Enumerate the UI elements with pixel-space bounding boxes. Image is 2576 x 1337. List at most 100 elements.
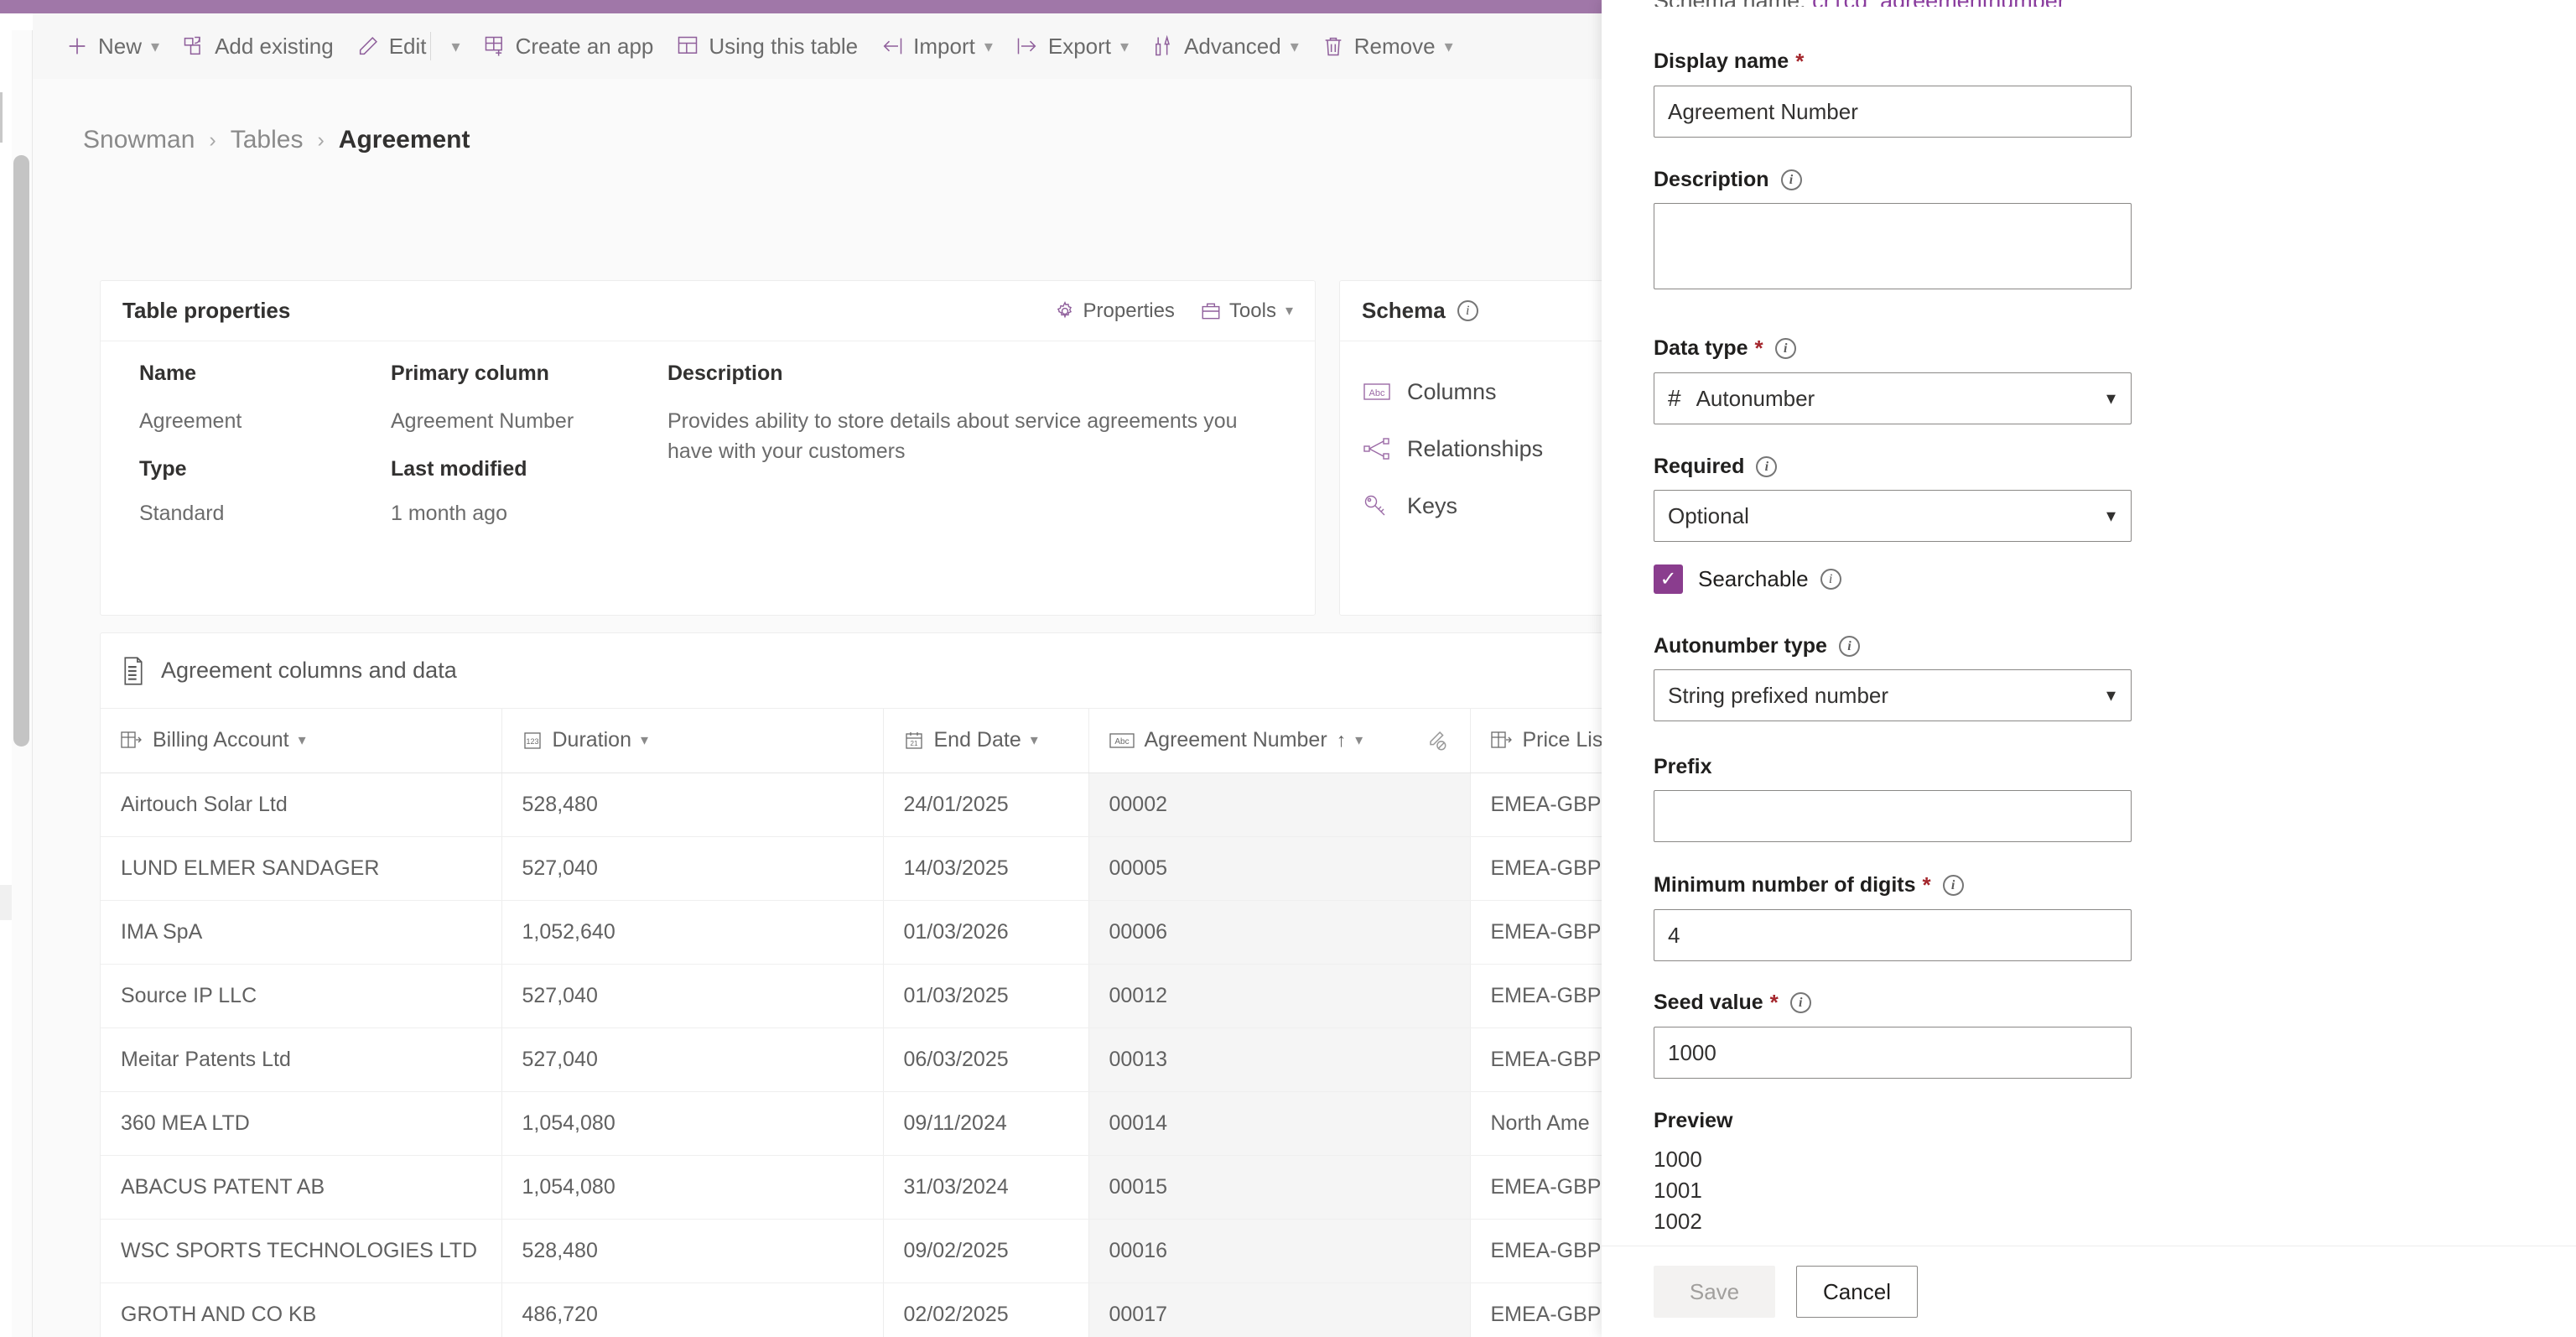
info-icon[interactable]: i	[1756, 456, 1778, 477]
tools-button[interactable]: Tools ▾	[1200, 299, 1293, 323]
properties-button[interactable]: Properties	[1054, 299, 1175, 323]
cell-agreement_number[interactable]: 00014	[1088, 1091, 1470, 1156]
column-header-end-date[interactable]: 21 End Date ▾	[882, 709, 1088, 773]
cell-price_list[interactable]: EMEA-GBP	[1469, 1027, 1602, 1092]
column-header-price-list[interactable]: Price Lis	[1469, 709, 1602, 773]
command-create-an-app[interactable]: Create an app	[482, 13, 653, 79]
cell-price_list[interactable]: EMEA-GBP	[1469, 964, 1602, 1028]
cell-duration[interactable]: 528,480	[501, 1219, 883, 1283]
seed-value-input[interactable]	[1654, 1027, 2132, 1079]
cell-price_list[interactable]: EMEA-GBP	[1469, 900, 1602, 965]
info-icon[interactable]: i	[1789, 992, 1811, 1013]
table-row[interactable]: Airtouch Solar Ltd 528,480 24/01/2025 00002…	[101, 773, 1602, 837]
table-row[interactable]: Source IP LLC 527,040 01/03/2025 00012 EMEA-…	[101, 964, 1602, 1028]
cell-duration[interactable]: 1,054,080	[501, 1091, 883, 1156]
prefix-input[interactable]	[1654, 790, 2132, 842]
table-row[interactable]: WSC SPORTS TECHNOLOGIES LTD 528,480 09/02/…	[101, 1219, 1602, 1283]
cell-billing_account[interactable]: Source IP LLC	[101, 964, 501, 1028]
chevron-down-icon[interactable]: ▾	[452, 36, 460, 57]
cell-agreement_number[interactable]: 00016	[1088, 1219, 1470, 1283]
table-row[interactable]: GROTH AND CO KB 486,720 02/02/2025 00017 EME…	[101, 1282, 1602, 1337]
table-row[interactable]: ABACUS PATENT AB 1,054,080 31/03/2024 00015…	[101, 1155, 1602, 1220]
cell-duration[interactable]: 527,040	[501, 964, 883, 1028]
breadcrumb-item-tables[interactable]: Tables	[231, 126, 304, 154]
cell-billing_account[interactable]: Meitar Patents Ltd	[101, 1027, 501, 1092]
cell-agreement_number[interactable]: 00013	[1088, 1027, 1470, 1092]
cell-billing_account[interactable]: ABACUS PATENT AB	[101, 1155, 501, 1220]
cell-billing_account[interactable]: IMA SpA	[101, 900, 501, 965]
cell-price_list[interactable]: EMEA-GBP	[1469, 1155, 1602, 1220]
info-icon[interactable]: i	[1457, 300, 1478, 321]
cell-agreement_number[interactable]: 00015	[1088, 1155, 1470, 1220]
cell-billing_account[interactable]: WSC SPORTS TECHNOLOGIES LTD	[101, 1219, 501, 1283]
breadcrumb-item-snowman[interactable]: Snowman	[83, 126, 195, 154]
cell-billing_account[interactable]: 360 MEA LTD	[101, 1091, 501, 1156]
sort-ascending-icon[interactable]: ↑	[1337, 729, 1347, 752]
cell-end_date[interactable]: 24/01/2025	[882, 773, 1088, 837]
command-new[interactable]: New ▾	[65, 13, 159, 79]
cell-agreement_number[interactable]: 00006	[1088, 900, 1470, 965]
searchable-checkbox[interactable]: ✓	[1654, 564, 1683, 594]
cell-duration[interactable]: 486,720	[501, 1282, 883, 1337]
chevron-down-icon[interactable]: ▾	[1031, 731, 1038, 749]
cell-price_list[interactable]: EMEA-GBP	[1469, 1282, 1602, 1337]
command-advanced[interactable]: Advanced ▾	[1150, 13, 1299, 79]
cell-duration[interactable]: 1,054,080	[501, 1155, 883, 1220]
data-type-select[interactable]: # Autonumber ▾	[1654, 372, 2132, 424]
chevron-down-icon[interactable]: ▾	[641, 731, 648, 749]
info-icon[interactable]: i	[1780, 169, 1802, 190]
cell-agreement_number[interactable]: 00017	[1088, 1282, 1470, 1337]
cell-agreement_number[interactable]: 00002	[1088, 773, 1470, 837]
description-textarea[interactable]	[1654, 203, 2132, 289]
cell-duration[interactable]: 1,052,640	[501, 900, 883, 965]
info-icon[interactable]: i	[1942, 875, 1964, 896]
table-row[interactable]: Meitar Patents Ltd 527,040 06/03/2025 00013…	[101, 1027, 1602, 1092]
info-icon[interactable]: i	[1838, 636, 1860, 657]
cell-price_list[interactable]: EMEA-GBP	[1469, 1219, 1602, 1283]
page-scrollbar-thumb[interactable]	[13, 155, 29, 747]
column-header-agreement-number[interactable]: Abc Agreement Number ↑ ▾	[1088, 709, 1470, 773]
command-export[interactable]: Export ▾	[1015, 13, 1129, 79]
table-row[interactable]: 360 MEA LTD 1,054,080 09/11/2024 00014 North…	[101, 1091, 1602, 1156]
autonumber-type-select[interactable]: String prefixed number ▾	[1654, 669, 2132, 721]
command-remove[interactable]: Remove ▾	[1321, 13, 1453, 79]
display-name-input[interactable]	[1654, 86, 2132, 138]
cell-end_date[interactable]: 09/02/2025	[882, 1219, 1088, 1283]
chevron-down-icon[interactable]: ▾	[1355, 731, 1363, 749]
table-row[interactable]: LUND ELMER SANDAGER 527,040 14/03/2025 0000…	[101, 836, 1602, 901]
cell-end_date[interactable]: 02/02/2025	[882, 1282, 1088, 1337]
cell-end_date[interactable]: 31/03/2024	[882, 1155, 1088, 1220]
cell-duration[interactable]: 527,040	[501, 836, 883, 901]
cell-billing_account[interactable]: GROTH AND CO KB	[101, 1282, 501, 1337]
cell-end_date[interactable]: 01/03/2025	[882, 964, 1088, 1028]
required-select[interactable]: Optional ▾	[1654, 490, 2132, 542]
column-header-duration[interactable]: 123 Duration ▾	[501, 709, 883, 773]
cell-billing_account[interactable]: LUND ELMER SANDAGER	[101, 836, 501, 901]
cell-billing_account[interactable]: Airtouch Solar Ltd	[101, 773, 501, 837]
sidebar-item-keys[interactable]: Keys	[1340, 477, 1602, 534]
cancel-button[interactable]: Cancel	[1796, 1266, 1918, 1318]
cell-end_date[interactable]: 14/03/2025	[882, 836, 1088, 901]
chevron-down-icon[interactable]: ▾	[299, 731, 306, 749]
save-button[interactable]: Save	[1654, 1266, 1775, 1318]
cell-duration[interactable]: 527,040	[501, 1027, 883, 1092]
table-row[interactable]: IMA SpA 1,052,640 01/03/2026 00006 EMEA-GBP	[101, 900, 1602, 965]
schema-name-link[interactable]: cr1cd_agreementnumber	[1812, 0, 2065, 7]
info-icon[interactable]: i	[1820, 569, 1841, 590]
sidebar-item-columns[interactable]: Abc Columns	[1340, 363, 1602, 420]
cell-price_list[interactable]: North Ame	[1469, 1091, 1602, 1156]
cell-agreement_number[interactable]: 00012	[1088, 964, 1470, 1028]
info-icon[interactable]: i	[1774, 338, 1796, 359]
cell-end_date[interactable]: 09/11/2024	[882, 1091, 1088, 1156]
cell-agreement_number[interactable]: 00005	[1088, 836, 1470, 901]
cell-duration[interactable]: 528,480	[501, 773, 883, 837]
minimum-digits-input[interactable]	[1654, 909, 2132, 961]
column-header-billing-account[interactable]: Billing Account ▾	[101, 709, 501, 773]
cell-price_list[interactable]: EMEA-GBP	[1469, 773, 1602, 837]
command-using-this-table[interactable]: Using this table	[675, 13, 858, 79]
command-edit[interactable]: Edit ▾	[356, 13, 460, 79]
command-import[interactable]: Import ▾	[880, 13, 993, 79]
sidebar-item-relationships[interactable]: Relationships	[1340, 420, 1602, 477]
cell-price_list[interactable]: EMEA-GBP	[1469, 836, 1602, 901]
cell-end_date[interactable]: 01/03/2026	[882, 900, 1088, 965]
